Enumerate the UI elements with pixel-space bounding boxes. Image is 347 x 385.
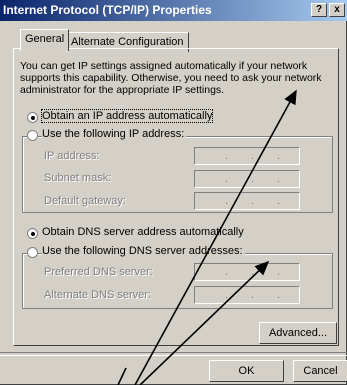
alternate-dns-label: Alternate DNS server:	[44, 289, 151, 301]
advanced-button[interactable]: Advanced...	[259, 322, 337, 344]
preferred-dns-field[interactable]: ...	[194, 263, 300, 281]
help-button[interactable]: ?	[311, 3, 327, 17]
ok-button[interactable]: OK	[209, 360, 284, 382]
title-bar[interactable]: Internet Protocol (TCP/IP) Properties ? …	[0, 0, 347, 21]
ip-address-label: IP address:	[44, 150, 100, 162]
default-gateway-field[interactable]: ...	[194, 192, 300, 210]
description-text: You can get IP settings assigned automat…	[20, 60, 322, 96]
default-gateway-label: Default gateway:	[44, 195, 126, 207]
radio-selected-dot	[31, 116, 35, 120]
subnet-mask-label: Subnet mask:	[44, 172, 112, 184]
preferred-dns-label: Preferred DNS server:	[44, 266, 153, 278]
use-following-dns-label[interactable]: Use the following DNS server addresses:	[42, 245, 245, 257]
obtain-ip-auto-radio[interactable]	[27, 112, 38, 123]
obtain-dns-auto-label[interactable]: Obtain DNS server address automatically	[42, 226, 244, 238]
use-following-ip-radio[interactable]	[27, 130, 38, 141]
ip-address-field[interactable]: ...	[194, 147, 300, 165]
window-title: Internet Protocol (TCP/IP) Properties	[3, 3, 212, 17]
use-following-ip-label[interactable]: Use the following IP address:	[42, 128, 187, 140]
radio-selected-dot	[31, 232, 35, 236]
obtain-ip-auto-label[interactable]: Obtain an IP address automatically	[40, 109, 214, 123]
button-separator	[0, 352, 347, 356]
use-following-dns-radio[interactable]	[27, 247, 38, 258]
tcpip-properties-dialog: Internet Protocol (TCP/IP) Properties ? …	[0, 0, 347, 385]
alternate-dns-field[interactable]: ...	[194, 286, 300, 304]
subnet-mask-field[interactable]: ...	[194, 170, 300, 188]
tab-general[interactable]: General	[20, 29, 70, 51]
close-button[interactable]: x	[329, 3, 345, 17]
obtain-dns-auto-radio[interactable]	[27, 228, 38, 239]
cancel-button[interactable]: Cancel	[293, 360, 347, 382]
